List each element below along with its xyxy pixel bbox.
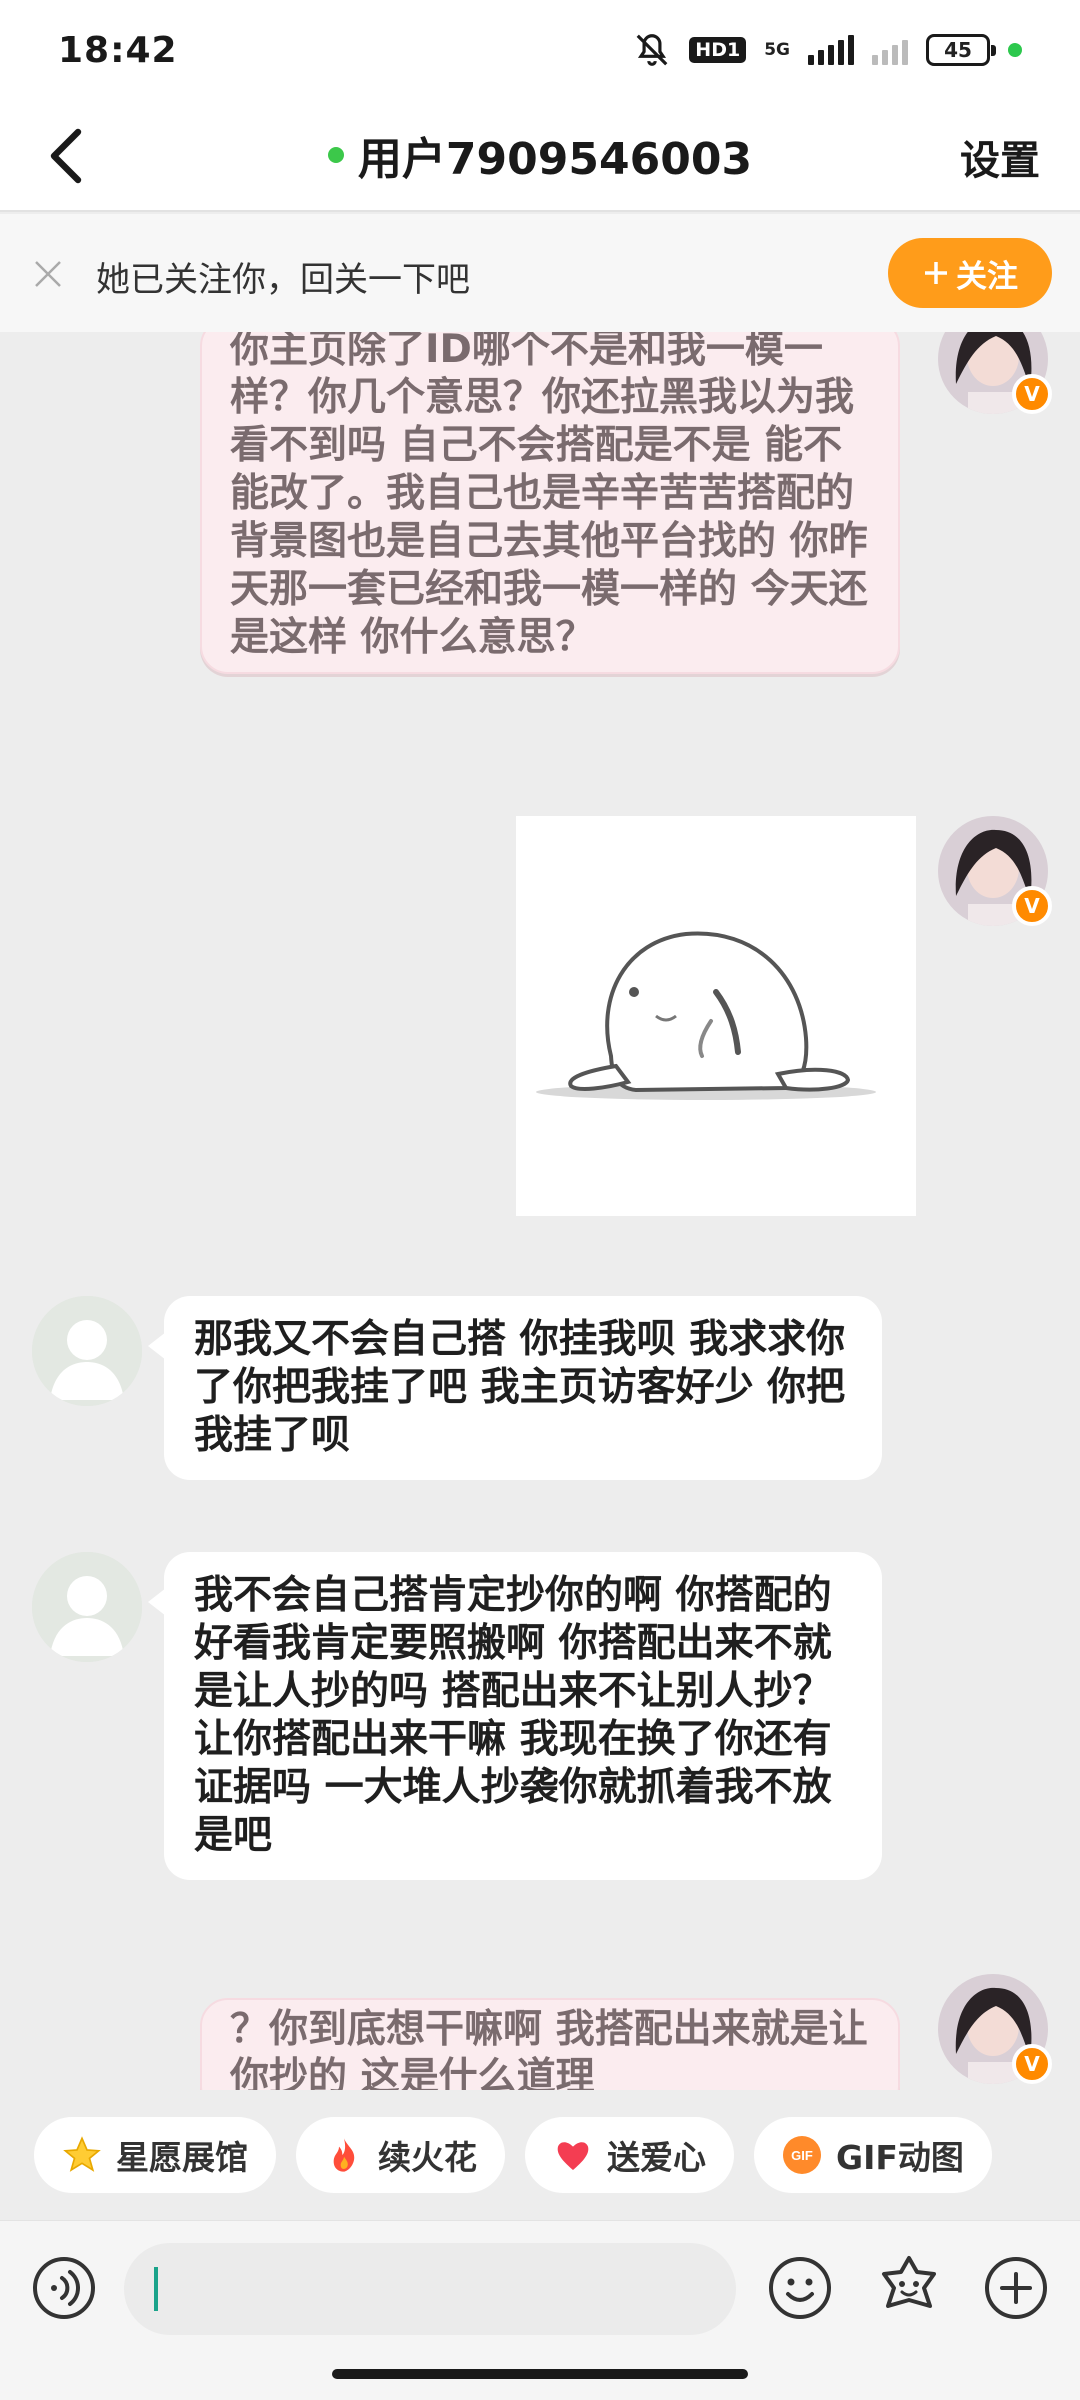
quick-action-label: GIF动图 (836, 2138, 964, 2177)
online-status-dot (327, 147, 344, 163)
star-icon (62, 2135, 102, 2175)
fire-icon (324, 2135, 364, 2175)
message-text: 我不会自己搭肯定抄你的啊 你搭配的好看我肯定要照搬啊 你搭配出来不就是让人抄的吗… (194, 1573, 832, 1858)
battery-icon: 45 (926, 34, 996, 66)
signal-secondary-icon (872, 35, 908, 65)
home-indicator[interactable] (332, 2369, 748, 2379)
sticker-button[interactable] (876, 2254, 942, 2320)
smiley-icon (769, 2257, 831, 2319)
quick-action-star-gallery[interactable]: 星愿展馆 (34, 2117, 276, 2193)
quick-action-label: 星愿展馆 (116, 2138, 248, 2177)
network-type: 5G (764, 39, 790, 60)
chat-header: 用户7909546003 设置 (0, 100, 1080, 212)
message-bubble-received[interactable]: 我不会自己搭肯定抄你的啊 你搭配的好看我肯定要照搬啊 你搭配出来不就是让人抄的吗… (164, 1552, 882, 1880)
message-bubble-received[interactable]: 那我又不会自己搭 你挂我呗 我求求你了你把我挂了吧 我主页访客好少 你把我挂了呗 (164, 1296, 882, 1480)
contact-avatar[interactable] (32, 1552, 142, 1662)
hd-badge: HD1 (689, 37, 747, 63)
verified-badge: V (1012, 374, 1052, 414)
chat-title: 用户7909546003 (357, 134, 753, 185)
quick-action-spark[interactable]: 续火花 (296, 2117, 505, 2193)
follow-back-text: 她已关注你，回关一下吧 (96, 260, 470, 300)
chat-title-group[interactable]: 用户7909546003 (327, 123, 753, 187)
message-bubble-sent[interactable]: ？你到底想干嘛啊 我搭配出来就是让你抄的 这是什么道理 (200, 1998, 900, 2090)
settings-button[interactable]: 设置 (960, 128, 1040, 186)
default-user-icon (32, 1296, 142, 1406)
text-cursor (154, 2267, 158, 2311)
plus-icon (925, 262, 947, 284)
mute-bell-icon (636, 34, 668, 66)
svg-text:GIF: GIF (791, 2148, 813, 2163)
message-text: 那我又不会自己搭 你挂我呗 我求求你了你把我挂了吧 我主页访客好少 你把我挂了呗 (194, 1317, 846, 1458)
quick-action-gif[interactable]: GIF GIF动图 (754, 2117, 992, 2193)
emoji-button[interactable] (768, 2256, 832, 2320)
plus-circle-icon (985, 2257, 1047, 2319)
status-icons: HD1 5G 45 (633, 31, 1022, 69)
status-bar: 18:42 HD1 5G 45 (0, 0, 1080, 100)
message-text: ？你到底想干嘛啊 我搭配出来就是让你抄的 这是什么道理 (230, 2007, 868, 2090)
seal-sticker-icon (536, 931, 876, 1100)
close-banner-button[interactable] (28, 254, 68, 294)
message-bubble-sent[interactable]: 你主页除了ID哪个不是和我一模一样？你几个意思？你还拉黑我以为我看不到吗 自己不… (200, 332, 900, 674)
message-text: 你主页除了ID哪个不是和我一模一样？你几个意思？你还拉黑我以为我看不到吗 自己不… (230, 332, 868, 660)
sticker-face-icon (882, 2256, 936, 2308)
gif-icon: GIF (782, 2135, 822, 2175)
quick-action-label: 续火花 (378, 2138, 477, 2177)
chevron-left-icon (50, 128, 82, 184)
heart-icon (553, 2135, 593, 2175)
status-time: 18:42 (58, 29, 178, 71)
privacy-indicator-dot (1008, 43, 1022, 57)
voice-icon (33, 2257, 95, 2319)
default-user-icon (32, 1552, 142, 1662)
battery-level: 45 (944, 38, 972, 62)
voice-button[interactable] (32, 2256, 96, 2320)
message-input[interactable] (124, 2243, 736, 2335)
sticker-image[interactable] (516, 816, 916, 1216)
quick-actions-bar: 星愿展馆 续火花 送爱心 GIF GIF动图 (0, 2090, 1080, 2220)
verified-badge: V (1012, 2044, 1052, 2084)
follow-button-label: 关注 (956, 258, 1018, 295)
message-list[interactable]: 你主页除了ID哪个不是和我一模一样？你几个意思？你还拉黑我以为我看不到吗 自己不… (0, 332, 1080, 2090)
quick-action-send-heart[interactable]: 送爱心 (525, 2117, 734, 2193)
back-button[interactable] (34, 124, 98, 188)
contact-avatar[interactable] (32, 1296, 142, 1406)
follow-back-banner: 她已关注你，回关一下吧 关注 (0, 214, 1080, 332)
verified-badge: V (1012, 886, 1052, 926)
signal-icon (808, 35, 854, 65)
close-icon (35, 261, 61, 287)
more-button[interactable] (984, 2256, 1048, 2320)
follow-button[interactable]: 关注 (888, 238, 1052, 308)
quick-action-label: 送爱心 (607, 2138, 706, 2177)
